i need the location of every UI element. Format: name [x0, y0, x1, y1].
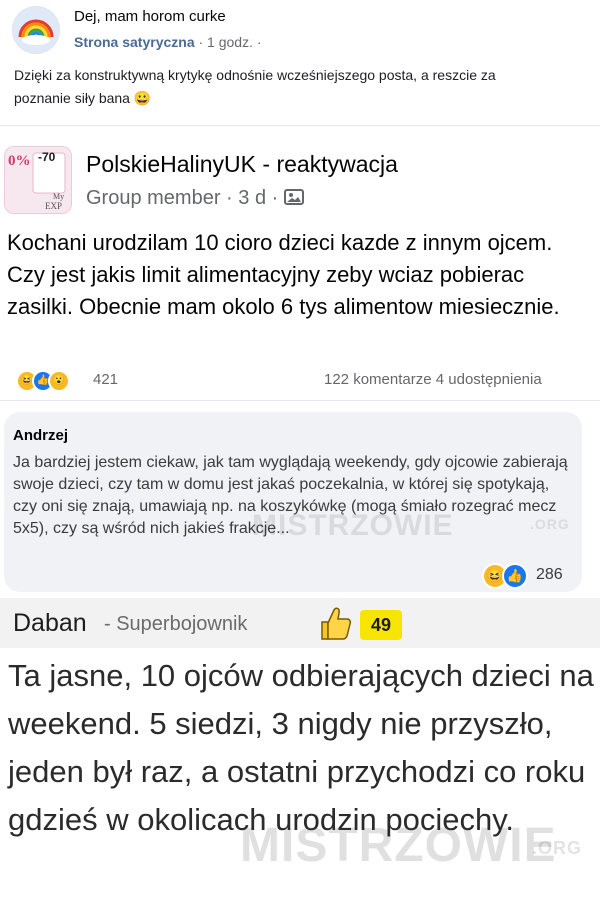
post-stats: 122 komentarze 4 udostępnienia — [324, 371, 542, 388]
avatar-text-exp: EXP — [45, 201, 62, 211]
group-name[interactable]: PolskieHalinyUK - reaktywacja — [86, 151, 398, 178]
reaction-count[interactable]: 421 — [93, 371, 118, 388]
post-body: Kochani urodzilam 10 cioro dzieci kazde … — [7, 230, 560, 319]
divider — [0, 400, 600, 401]
page-avatar[interactable] — [12, 6, 60, 54]
group-avatar-image: 0% -70 My EXP — [5, 147, 71, 213]
post-meta: Strona satyryczna · 1 godz. · — [74, 34, 262, 50]
grin-emoji: 😀 — [133, 90, 152, 106]
member-meta: Group member · 3 d · — [86, 187, 279, 209]
thumbs-up-icon[interactable] — [318, 606, 352, 642]
group-privacy-icon — [283, 189, 304, 205]
divider — [0, 125, 600, 126]
avatar-text-discount: -70 — [38, 150, 56, 164]
rainbow-icon — [13, 7, 59, 53]
group-link[interactable]: Strona satyryczna — [74, 34, 195, 50]
author-rank: - Superbojownik — [104, 613, 248, 635]
comments-count[interactable]: 122 komentarze — [324, 371, 432, 388]
avatar-text-my: My — [53, 192, 64, 201]
comment-header-bar — [0, 598, 600, 648]
shares-count[interactable]: 4 udostępnienia — [436, 371, 542, 388]
wow-icon: 😮 — [48, 370, 70, 392]
post-time: · 1 godz. · — [198, 34, 262, 50]
comment-reaction-count[interactable]: 286 — [536, 566, 563, 584]
post-text: Dzięki za konstruktywną krytykę odnośnie… — [14, 67, 496, 106]
avatar-text-percent: 0% — [8, 153, 31, 169]
watermark: MISTRZOWIE — [240, 819, 557, 872]
comment-text: Ta jasne, 10 ojców odbierających dzieci … — [8, 658, 594, 837]
watermark: MISTRZOWIE — [252, 509, 454, 542]
group-avatar[interactable]: 0% -70 My EXP — [4, 146, 72, 214]
post-body: Dzięki za konstruktywną krytykę odnośnie… — [14, 64, 554, 110]
post-meta: Group member · 3 d · — [86, 187, 304, 210]
post-author-name[interactable]: Dej, mam horom curke — [74, 8, 226, 25]
like-icon: 👍 — [502, 563, 528, 589]
comment-author[interactable]: Daban — [13, 609, 87, 638]
score-badge: 49 — [360, 610, 402, 640]
watermark-suffix: .ORG — [530, 516, 570, 532]
comment-author[interactable]: Andrzej — [13, 427, 68, 444]
watermark-suffix: .ORG — [532, 838, 583, 858]
